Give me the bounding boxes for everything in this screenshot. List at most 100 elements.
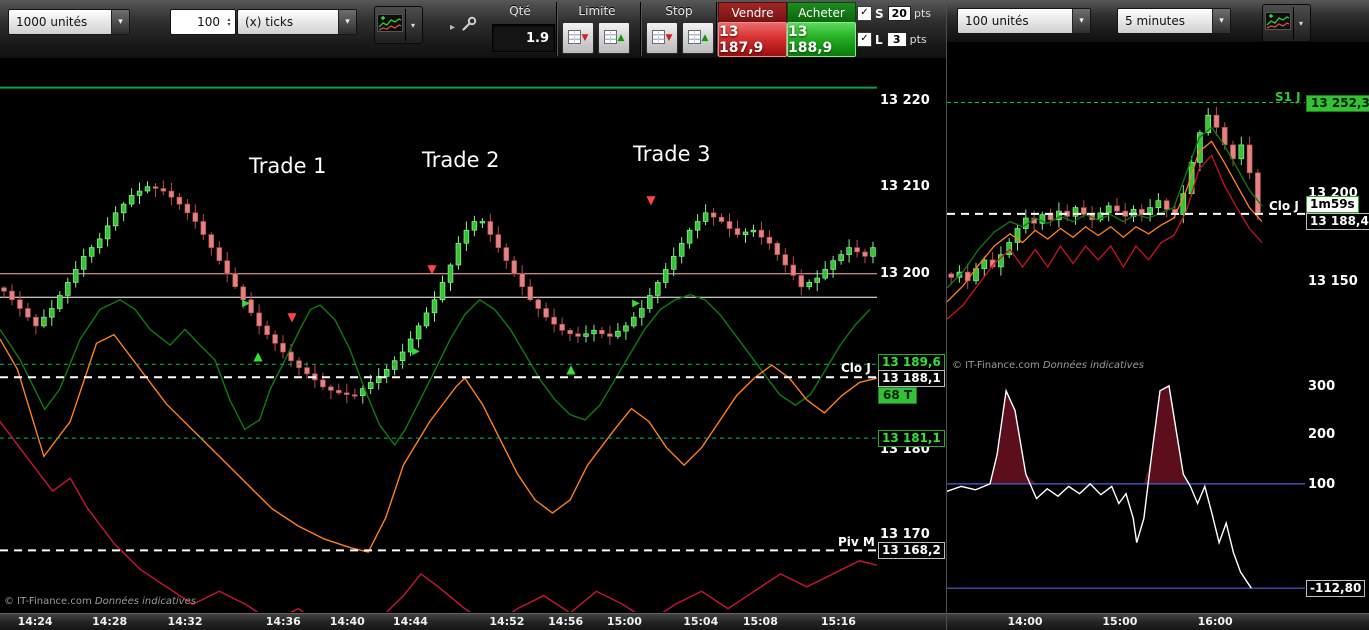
main-chart[interactable]: Trade 1 Trade 2 Trade 3 Clo J Piv M ▼ ▼ ▼ ▲… [0,58,878,627]
spinner-arrows-icon[interactable]: ▴ ▾ [223,10,235,34]
stop-label: Stop [665,4,693,18]
stop-sell-button[interactable]: ▼ [646,22,678,54]
volume-badge: 68 T [878,387,918,404]
last-price-badge: 13 188,4 [1306,213,1369,230]
wrench-icon[interactable] [461,16,477,36]
time-label: 14:00 [1007,615,1043,628]
chevron-down-icon: ▾ [338,10,356,34]
time-label: 15:08 [742,615,778,628]
indicator-tick: 100 [1308,477,1336,492]
time-label: 15:16 [820,615,856,628]
panel-divider[interactable] [946,0,947,630]
down-signal-arrow-icon: ▼ [287,310,297,324]
trading-platform: 1000 unités ▾ 100 ▴ ▾ (x) ticks ▾ ▾ ▸ Qté… [0,0,1369,630]
timeframe-dropdown[interactable]: 5 minutes ▾ [1117,8,1231,34]
indicator-canvas [946,384,1305,589]
indicator-tick: 300 [1308,379,1336,394]
sell-header: Vendre [718,2,787,22]
buy-arrow-icon: ▲ [701,32,709,43]
time-label: 14:32 [167,615,203,628]
sell-button[interactable]: 13 187,9 [718,22,787,57]
stop-checkbox[interactable]: ✓ [857,6,872,21]
price-tick: 13 210 [880,179,930,194]
right-clo-j-marker: Clo J [1269,199,1299,213]
sell-arrow-icon: ▼ [581,32,589,43]
right-chart[interactable]: S1 J Clo J © IT-Finance.com Données indi… [946,42,1305,375]
time-label: 14:24 [17,615,53,628]
time-label: 15:04 [683,615,719,628]
tick-count-input[interactable]: 100 ▴ ▾ [170,9,236,35]
limit-pts-row: ✓ L 3 pts [857,32,927,47]
limit-checkbox[interactable]: ✓ [857,32,872,47]
price-tick: 13 150 [1308,274,1358,289]
chevron-down-icon[interactable]: ▾ [405,9,420,41]
chevron-down-icon: ▾ [111,10,129,34]
chevron-down-icon: ▾ [1212,9,1230,33]
buy-price: 13 188,9 [788,23,833,56]
time-axis-bar[interactable]: 14:24 14:28 14:32 14:36 14:40 14:44 14:52 14:56… [0,612,1369,630]
right-signal-arrow-icon: ▶ [632,298,640,309]
right-units-dropdown[interactable]: 100 unités ▾ [957,8,1091,34]
buy-header: Acheter [787,2,856,22]
right-toolbar: 100 unités ▾ 5 minutes ▾ ▾ [947,0,1369,43]
panel-expander-icon[interactable]: ▸ [450,22,455,33]
toolbar-separator [556,2,557,56]
order-ladder-icon [603,29,617,48]
toolbar-separator [640,2,641,56]
right-price-axis[interactable]: 13 252,3 13 200 1m59s 13 188,4 13 150 30… [1305,42,1369,612]
right-units-value: 100 unités [965,14,1029,28]
indicator-tick: 200 [1308,427,1336,442]
mini-chart-icon [377,14,403,36]
limit-pts-input[interactable]: 3 [886,32,907,47]
down-signal-arrow-icon: ▼ [646,193,656,207]
stop-pts-input[interactable]: 20 [887,6,911,21]
trade-arrows-layer: ▼ ▼ ▼ ▲ ▲ ▶ ▶ ▶ [0,58,877,613]
up-signal-arrow-icon: ▲ [253,349,263,363]
price-tick: 13 220 [880,93,930,108]
chart-style-button[interactable]: ▾ [374,6,423,44]
right-signal-arrow-icon: ▶ [412,346,420,357]
up-signal-arrow-icon: ▲ [566,362,576,376]
time-label: 14:52 [489,615,525,628]
qty-value: 1.9 [525,30,549,46]
chevron-down-icon: ▾ [1072,9,1090,33]
mini-chart-icon [1265,12,1291,34]
tick-type-dropdown[interactable]: (x) ticks ▾ [237,9,357,35]
timeframe-value: 5 minutes [1125,14,1186,28]
right-chart-canvas [946,102,1305,320]
buy-button[interactable]: 13 188,9 [787,22,856,57]
limit-label: Limite [578,4,616,18]
units-dropdown[interactable]: 1000 unités ▾ [8,9,130,35]
time-label: 14:36 [265,615,301,628]
stop-pts-unit: pts [913,7,931,20]
stop-check-label: S [875,6,884,21]
s1-marker: S1 J [1275,90,1301,104]
qty-field[interactable]: 1.9 [492,24,555,52]
right-chart-style-button[interactable]: ▾ [1262,4,1311,42]
chevron-down-icon[interactable]: ▾ [1293,7,1308,39]
main-price-axis[interactable]: 13 220 13 210 13 200 13 180 13 170 13 18… [877,58,946,612]
buy-arrow-icon: ▲ [617,32,625,43]
order-ladder-icon [651,29,665,48]
right-copyright: © IT-Finance.com Données indicatives [952,360,1144,371]
pivot-price-badge: 13 168,2 [878,542,945,559]
tick-type-value: (x) ticks [245,15,294,29]
down-signal-arrow-icon: ▼ [427,262,437,276]
time-label: 14:56 [548,615,584,628]
toolbar-separator [716,2,717,56]
candle-countdown-badge: 1m59s [1306,196,1359,213]
time-label: 15:00 [606,615,642,628]
indicator-chart[interactable] [946,380,1305,605]
limit-sell-button[interactable]: ▼ [562,22,594,54]
time-label: 15:00 [1102,615,1138,628]
order-ladder-icon [567,29,581,48]
sell-price: 13 187,9 [719,23,764,56]
upper-band-price-badge: 13 189,6 [878,354,945,371]
s1-price-badge: 13 252,3 [1306,95,1369,112]
right-time-axis: 14:00 15:00 16:00 [947,613,1305,630]
limit-buy-button[interactable]: ▲ [598,22,630,54]
order-ladder-icon [687,29,701,48]
limit-check-label: L [875,32,883,47]
stop-buy-button[interactable]: ▲ [682,22,714,54]
time-label: 14:40 [329,615,365,628]
